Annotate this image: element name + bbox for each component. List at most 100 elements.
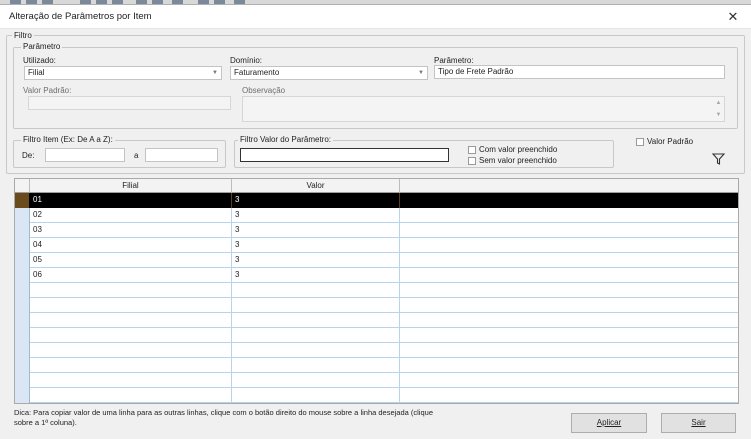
toolbar-icon[interactable] (198, 0, 209, 4)
toolbar-icon[interactable] (234, 0, 245, 4)
cell-valor[interactable]: 3 (232, 253, 400, 268)
cell-filial[interactable]: 01 (30, 193, 232, 208)
cell-filial[interactable] (30, 298, 232, 313)
table-row[interactable]: 02 3 (15, 208, 738, 223)
com-valor-label: Com valor preenchido (479, 145, 558, 154)
row-indicator[interactable] (15, 343, 30, 358)
sair-button[interactable]: Sair (661, 413, 736, 433)
cell-valor[interactable]: 3 (232, 268, 400, 283)
row-indicator[interactable] (15, 358, 30, 373)
scroll-up-icon[interactable]: ▲ (714, 99, 723, 107)
toolbar-icon[interactable] (152, 0, 163, 4)
filtro-legend: Filtro (12, 31, 34, 41)
parameters-grid[interactable]: Filial Valor 01 3 02 3 03 3 04 3 05 3 06 3 (14, 178, 739, 404)
column-header-filial[interactable]: Filial (30, 179, 232, 193)
cell-filial[interactable] (30, 388, 232, 403)
cell-filial[interactable]: 04 (30, 238, 232, 253)
cell-valor[interactable]: 3 (232, 238, 400, 253)
cell-valor[interactable] (232, 343, 400, 358)
toolbar-icon[interactable] (172, 0, 183, 4)
a-input[interactable] (145, 148, 218, 162)
dominio-value: Faturamento (234, 68, 280, 77)
toolbar-icon[interactable] (42, 0, 53, 4)
cell-valor[interactable] (232, 328, 400, 343)
row-indicator[interactable] (15, 193, 30, 208)
row-indicator[interactable] (15, 238, 30, 253)
empty-table-row[interactable] (15, 313, 738, 328)
toolbar-icon[interactable] (136, 0, 147, 4)
com-valor-checkbox[interactable] (468, 146, 476, 154)
row-indicator[interactable] (15, 373, 30, 388)
row-indicator[interactable] (15, 328, 30, 343)
filtro-valor-input[interactable] (240, 148, 449, 162)
row-indicator[interactable] (15, 313, 30, 328)
dominio-select[interactable]: Faturamento ▼ (230, 66, 428, 80)
row-indicator[interactable] (15, 253, 30, 268)
funnel-icon[interactable] (711, 153, 726, 165)
filtro-valor-legend: Filtro Valor do Parâmetro: (238, 135, 333, 145)
empty-table-row[interactable] (15, 328, 738, 343)
cell-filial[interactable] (30, 283, 232, 298)
close-icon[interactable]: ✕ (723, 7, 743, 27)
table-row[interactable]: 03 3 (15, 223, 738, 238)
empty-table-row[interactable] (15, 388, 738, 403)
empty-table-row[interactable] (15, 283, 738, 298)
de-input[interactable] (45, 148, 125, 162)
cell-valor[interactable]: 3 (232, 208, 400, 223)
utilizado-select[interactable]: Filial ▼ (24, 66, 222, 80)
utilizado-label: Utilizado: (23, 56, 56, 65)
de-label: De: (22, 151, 35, 160)
parametro-legend: Parâmetro (21, 42, 63, 52)
toolbar-icon[interactable] (214, 0, 225, 4)
cell-filial[interactable] (30, 328, 232, 343)
cell-filial[interactable] (30, 358, 232, 373)
toolbar-icon[interactable] (26, 0, 37, 4)
valor-padrao-checkbox[interactable] (636, 138, 644, 146)
aplicar-button[interactable]: Aplicar (571, 413, 647, 433)
cell-filial[interactable]: 06 (30, 268, 232, 283)
row-indicator[interactable] (15, 208, 30, 223)
empty-table-row[interactable] (15, 298, 738, 313)
row-indicator[interactable] (15, 223, 30, 238)
cell-valor[interactable] (232, 373, 400, 388)
cell-valor[interactable] (232, 298, 400, 313)
filtro-item-legend: Filtro Item (Ex: De A a Z): (21, 135, 115, 145)
sem-valor-label: Sem valor preenchido (479, 156, 557, 165)
cell-valor[interactable]: 3 (232, 193, 400, 208)
toolbar-icon[interactable] (96, 0, 107, 4)
toolbar-icon[interactable] (80, 0, 91, 4)
cell-filial[interactable] (30, 373, 232, 388)
cell-filial[interactable]: 05 (30, 253, 232, 268)
table-row[interactable]: 05 3 (15, 253, 738, 268)
row-indicator[interactable] (15, 388, 30, 403)
cell-filial[interactable]: 03 (30, 223, 232, 238)
cell-filial[interactable] (30, 313, 232, 328)
valor-padrao-label: Valor Padrão: (23, 86, 72, 95)
table-row[interactable]: 06 3 (15, 268, 738, 283)
table-row[interactable]: 04 3 (15, 238, 738, 253)
empty-table-row[interactable] (15, 358, 738, 373)
observacao-scrollbar[interactable]: ▲ ▼ (714, 98, 723, 120)
parametro-field[interactable]: Tipo de Frete Padrão (434, 65, 725, 79)
cell-valor[interactable] (232, 313, 400, 328)
row-indicator[interactable] (15, 298, 30, 313)
toolbar-icon[interactable] (112, 0, 123, 4)
empty-table-row[interactable] (15, 343, 738, 358)
row-indicator[interactable] (15, 283, 30, 298)
cell-filial[interactable]: 02 (30, 208, 232, 223)
dialog-titlebar: Alteração de Parâmetros por Item ✕ (0, 5, 751, 29)
valor-padrao-check-label: Valor Padrão (647, 137, 694, 146)
toolbar-icon[interactable] (10, 0, 21, 4)
cell-valor[interactable] (232, 388, 400, 403)
cell-valor[interactable] (232, 358, 400, 373)
scroll-down-icon[interactable]: ▼ (714, 111, 723, 119)
column-header-valor[interactable]: Valor (232, 179, 400, 193)
table-row[interactable]: 01 3 (15, 193, 738, 208)
empty-table-row[interactable] (15, 373, 738, 388)
row-indicator[interactable] (15, 268, 30, 283)
cell-filial[interactable] (30, 343, 232, 358)
cell-valor[interactable]: 3 (232, 223, 400, 238)
footer-hint: Dica: Para copiar valor de uma linha par… (14, 408, 433, 427)
cell-valor[interactable] (232, 283, 400, 298)
sem-valor-checkbox[interactable] (468, 157, 476, 165)
